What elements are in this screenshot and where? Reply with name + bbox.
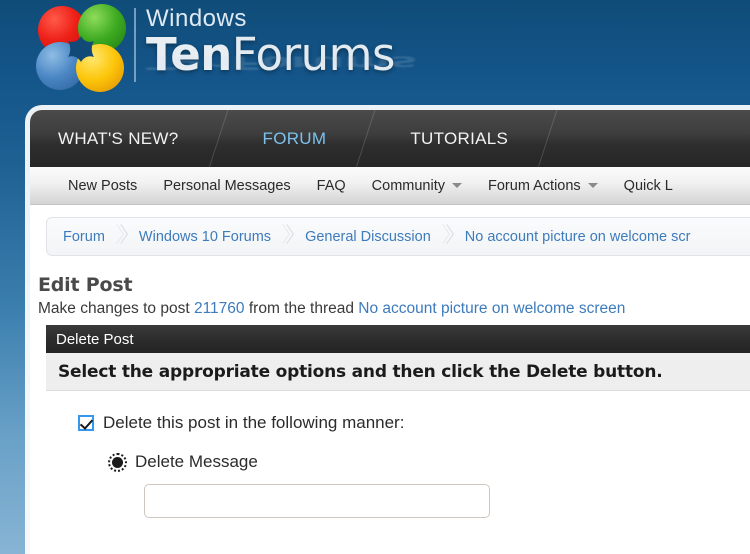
breadcrumb-separator-icon <box>109 218 135 255</box>
panel-instruction-banner: Select the appropriate options and then … <box>46 353 750 391</box>
page-subtitle: Make changes to post 211760 from the thr… <box>38 300 750 318</box>
page-title: Edit Post <box>38 274 133 296</box>
subnav-item-personal-messages[interactable]: Personal Messages <box>163 178 290 194</box>
logo-brand-main: TenForums <box>146 32 395 78</box>
nav-tab-whats-new[interactable]: WHAT'S NEW? <box>30 110 205 167</box>
delete-message-radio-row: Delete Message <box>46 452 750 472</box>
subnav-item-quick-links[interactable]: Quick L <box>624 178 673 194</box>
panel-body: Delete this post in the following manner… <box>46 391 750 518</box>
secondary-navbar: New Posts Personal Messages FAQ Communit… <box>30 167 750 205</box>
breadcrumb-item-forum[interactable]: Forum <box>59 229 109 245</box>
breadcrumb-separator-icon <box>275 218 301 255</box>
primary-navbar: WHAT'S NEW? FORUM TUTORIALS <box>30 110 750 167</box>
subnav-item-faq[interactable]: FAQ <box>317 178 346 194</box>
subnav-label: New Posts <box>68 177 138 194</box>
site-header: Windows TenForums TenForums <box>0 0 750 110</box>
post-id-link[interactable]: 211760 <box>194 300 245 317</box>
subtitle-prefix: Make changes to post <box>38 300 194 317</box>
subnav-label: FAQ <box>316 177 346 194</box>
nav-separator <box>352 110 382 167</box>
delete-post-checkbox-label: Delete this post in the following manner… <box>103 413 405 432</box>
breadcrumb: Forum Windows 10 Forums General Discussi… <box>46 217 750 256</box>
subnav-item-forum-actions[interactable]: Forum Actions <box>488 178 598 194</box>
thread-title-link[interactable]: No account picture on welcome screen <box>358 300 625 317</box>
subnav-item-community[interactable]: Community <box>372 178 462 194</box>
nav-separator <box>534 110 564 167</box>
delete-option-row: Delete this post in the following manner… <box>46 413 750 433</box>
butterfly-icon <box>68 36 94 62</box>
windows-flag-spheres-icon <box>36 4 128 92</box>
nav-tab-tutorials[interactable]: TUTORIALS <box>382 110 534 167</box>
page-root: Windows TenForums TenForums WHAT'S NEW? … <box>0 0 750 554</box>
chevron-down-icon <box>587 183 598 188</box>
nav-tab-forum[interactable]: FORUM <box>235 110 353 167</box>
logo-wordmark: Windows TenForums TenForums <box>146 4 417 78</box>
delete-post-checkbox[interactable] <box>78 415 94 431</box>
breadcrumb-item-windows-10-forums[interactable]: Windows 10 Forums <box>135 229 275 245</box>
delete-post-panel: Delete Post Select the appropriate optio… <box>46 325 750 518</box>
chevron-down-icon <box>452 183 462 188</box>
breadcrumb-area: Forum Windows 10 Forums General Discussi… <box>30 205 750 256</box>
subnav-label: Quick L <box>623 177 673 194</box>
delete-message-radio-label: Delete Message <box>135 452 258 471</box>
breadcrumb-item-thread[interactable]: No account picture on welcome scr <box>461 229 695 245</box>
subnav-label: Community <box>371 177 445 194</box>
radio-dot <box>112 456 123 468</box>
logo-divider <box>134 8 136 82</box>
nav-separator <box>205 110 235 167</box>
panel-header: Delete Post <box>46 325 750 353</box>
breadcrumb-item-general-discussion[interactable]: General Discussion <box>301 229 435 245</box>
logo-brand-forums: Forums <box>231 28 396 81</box>
subnav-item-new-posts[interactable]: New Posts <box>68 178 137 194</box>
site-logo[interactable]: Windows TenForums TenForums <box>36 4 417 92</box>
subnav-label: Personal Messages <box>163 177 291 194</box>
logo-brand-ten: Ten <box>146 28 232 81</box>
edit-post-block: Edit Post Make changes to post 211760 fr… <box>30 256 750 518</box>
radio-selected-focused-icon[interactable] <box>108 452 127 472</box>
subtitle-middle: from the thread <box>244 300 359 317</box>
breadcrumb-separator-icon <box>435 218 461 255</box>
subnav-label: Forum Actions <box>488 177 581 194</box>
content-shell: WHAT'S NEW? FORUM TUTORIALS New Posts Pe… <box>30 110 750 554</box>
reason-input-row <box>46 484 750 518</box>
delete-reason-input[interactable] <box>144 484 490 518</box>
